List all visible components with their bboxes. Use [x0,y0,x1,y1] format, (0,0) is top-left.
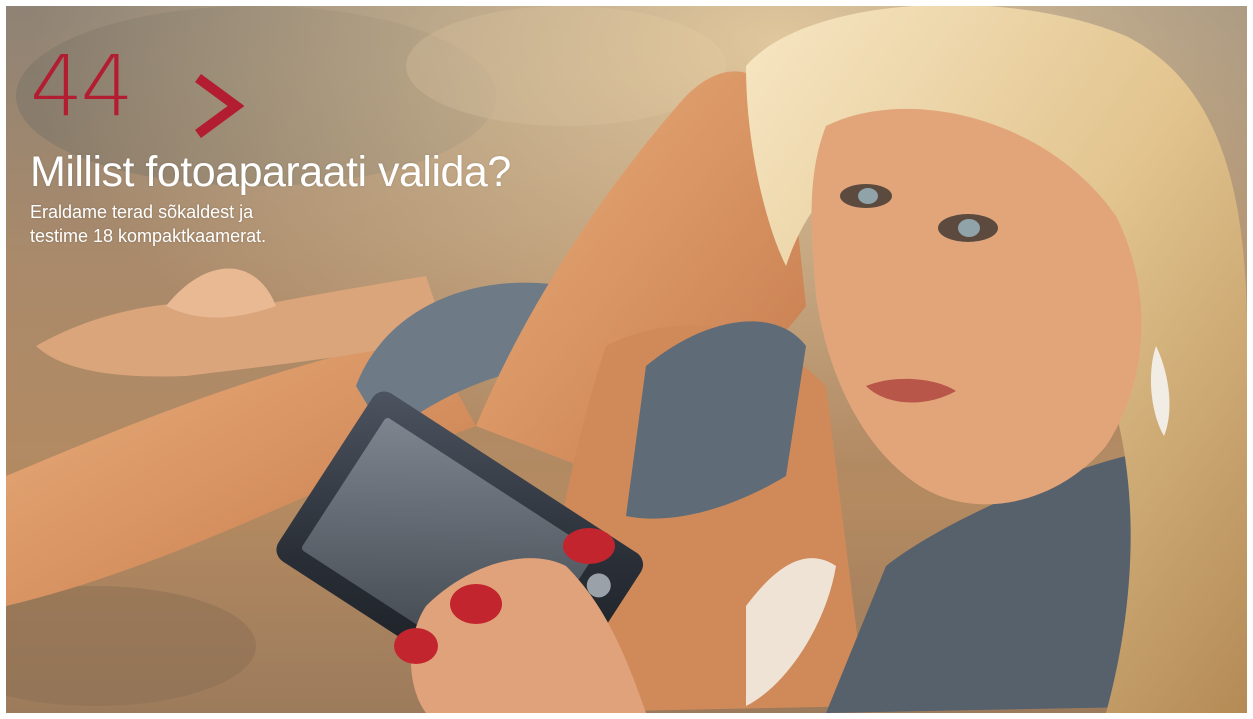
subtext-line: Eraldame terad sõkaldest ja [30,202,254,222]
page-number[interactable]: 44 [30,44,134,128]
subtext: Eraldame terad sõkaldest ja testime 18 k… [30,200,390,248]
teaser-overlay: 44 Millist fotoaparaati valida? Eraldame… [30,44,650,274]
headline: Millist fotoaparaati valida? [30,148,511,196]
magazine-teaser: 44 Millist fotoaparaati valida? Eraldame… [6,6,1247,713]
chevron-right-icon[interactable] [192,74,244,138]
subtext-line: testime 18 kompaktkaamerat. [30,226,267,246]
